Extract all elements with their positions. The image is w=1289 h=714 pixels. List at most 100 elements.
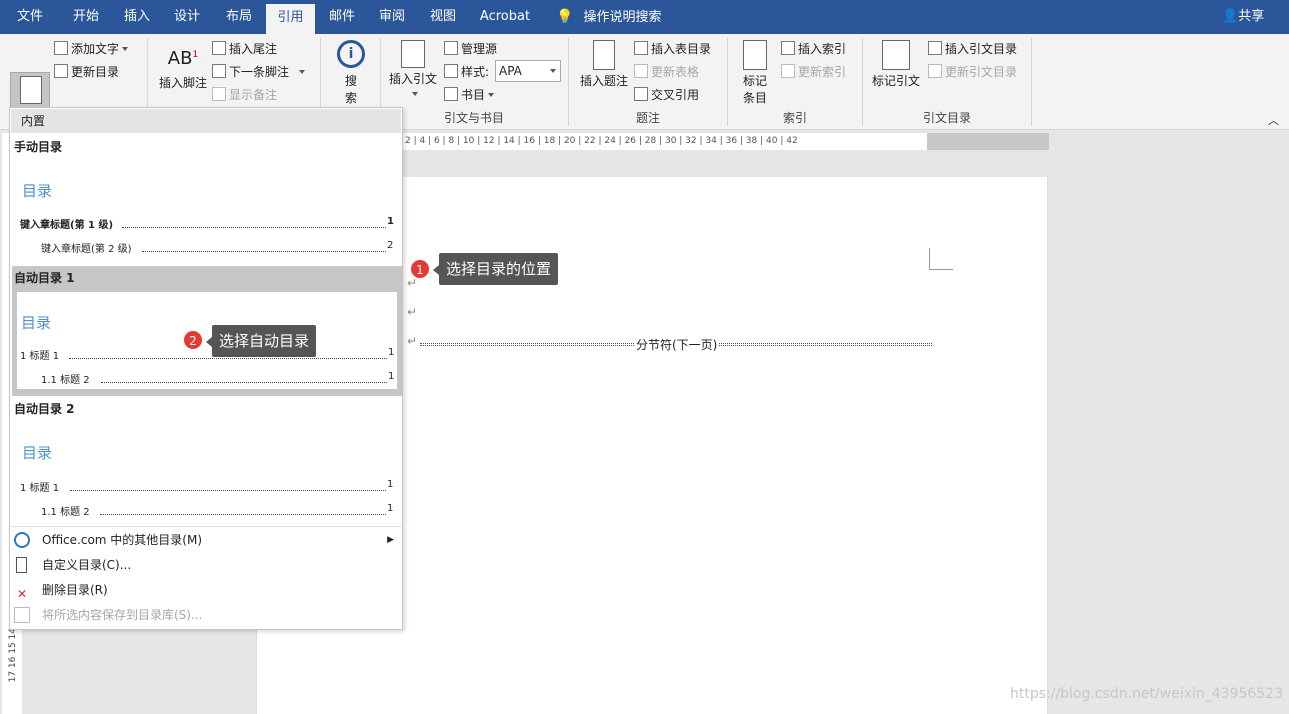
menu-item-save-to-gallery[interactable]: 将所选内容保存到目录库(S)... bbox=[14, 603, 400, 627]
style-select[interactable]: APA bbox=[495, 60, 561, 82]
add-text-icon bbox=[54, 41, 68, 55]
menu-header-builtin: 内置 bbox=[11, 109, 401, 133]
update-index-button[interactable]: 更新索引 bbox=[781, 63, 846, 80]
mark-citation-icon bbox=[882, 40, 910, 70]
step-badge-1: 1 bbox=[410, 259, 430, 279]
share-button[interactable]: 👤共享 bbox=[1222, 0, 1264, 34]
cross-reference-icon bbox=[634, 87, 648, 101]
tab-acrobat[interactable]: Acrobat bbox=[472, 0, 538, 34]
margin-corner-mark bbox=[929, 248, 953, 270]
horizontal-ruler[interactable]: 2 | 4 | 6 | 8 | 10 | 12 | 14 | 16 | 18 |… bbox=[403, 133, 1049, 150]
custom-toc-icon bbox=[16, 557, 27, 573]
option-auto-toc-2[interactable]: 自动目录 2 目录 1 标题 1 1 1.1 标题 2 1 bbox=[10, 397, 402, 525]
group-separator bbox=[568, 38, 569, 126]
callout-select-auto-toc: 选择自动目录 bbox=[205, 325, 317, 357]
update-table-icon bbox=[634, 64, 648, 78]
next-footnote-icon bbox=[212, 64, 226, 78]
menu-item-office-more-toc[interactable]: Office.com 中的其他目录(M) ▶ bbox=[14, 528, 400, 552]
person-icon: 👤 bbox=[1222, 9, 1239, 24]
toc-icon bbox=[20, 76, 42, 104]
next-footnote-button[interactable]: 下一条脚注 bbox=[212, 63, 306, 80]
tab-home[interactable]: 开始 bbox=[60, 0, 112, 34]
search-button[interactable]: i 搜 索 bbox=[330, 40, 372, 106]
bibliography-icon bbox=[444, 87, 458, 101]
toc-preview-line: 1 标题 1 bbox=[20, 351, 60, 362]
tab-insert[interactable]: 插入 bbox=[112, 0, 162, 34]
update-toc-button[interactable]: 更新目录 bbox=[54, 63, 119, 80]
insert-index-button[interactable]: 插入索引 bbox=[781, 40, 846, 57]
show-notes-button[interactable]: 显示备注 bbox=[212, 86, 277, 103]
mark-entry-button[interactable]: 标记 条目 bbox=[734, 40, 776, 106]
update-toa-button[interactable]: 更新引文目录 bbox=[928, 63, 1017, 80]
cross-reference-button[interactable]: 交叉引用 bbox=[634, 86, 699, 103]
tab-file[interactable]: 文件 bbox=[6, 0, 54, 34]
insert-footnote-button[interactable]: AB1 插入脚注 bbox=[156, 42, 210, 91]
insert-index-icon bbox=[781, 41, 795, 55]
toc-dropdown-menu: 内置 手动目录 目录 键入章标题(第 1 级) 1 键入章标题(第 2 级) 2… bbox=[9, 107, 403, 630]
toc-preview-page: 1 bbox=[387, 479, 394, 490]
chevron-down-icon bbox=[299, 70, 306, 74]
insert-caption-button[interactable]: 插入题注 bbox=[576, 40, 632, 89]
toc-preview-page: 1 bbox=[387, 503, 394, 514]
update-table-button[interactable]: 更新表格 bbox=[634, 63, 699, 80]
group-separator bbox=[862, 38, 863, 126]
tab-view[interactable]: 视图 bbox=[418, 0, 468, 34]
submenu-arrow-icon: ▶ bbox=[387, 535, 394, 545]
toc-preview-line: 1.1 标题 2 bbox=[41, 375, 90, 386]
mark-citation-button[interactable]: 标记引文 bbox=[868, 40, 924, 89]
add-text-button[interactable]: 添加文字 bbox=[54, 40, 129, 57]
manage-sources-icon bbox=[444, 41, 458, 55]
option-manual-toc[interactable]: 手动目录 目录 键入章标题(第 1 级) 1 键入章标题(第 2 级) 2 bbox=[10, 134, 402, 264]
chevron-down-icon bbox=[550, 69, 556, 73]
bibliography-button[interactable]: 书目 bbox=[444, 86, 495, 103]
tell-me-search[interactable]: 💡 操作说明搜索 bbox=[556, 0, 661, 34]
toc-preview-line: 1 标题 1 bbox=[20, 483, 60, 494]
tab-references[interactable]: 引用 bbox=[266, 4, 315, 34]
insert-citation-button[interactable]: 插入引文 bbox=[387, 40, 439, 101]
caption-icon bbox=[593, 40, 615, 70]
citation-icon bbox=[401, 40, 425, 68]
save-gallery-icon bbox=[14, 607, 30, 623]
tab-review[interactable]: 审阅 bbox=[367, 0, 417, 34]
footnote-icon: AB1 bbox=[167, 48, 199, 69]
table-of-figures-icon bbox=[634, 41, 648, 55]
toc-dot-leader bbox=[142, 251, 386, 252]
group-label-captions: 题注 bbox=[635, 111, 660, 125]
office-globe-icon bbox=[14, 532, 30, 548]
tab-design[interactable]: 设计 bbox=[162, 0, 212, 34]
toc-dot-leader bbox=[69, 358, 387, 359]
style-label: 样式: bbox=[444, 63, 489, 80]
group-label-index: 索引 bbox=[782, 111, 807, 125]
endnote-icon bbox=[212, 41, 226, 55]
toc-preview-heading: 目录 bbox=[21, 314, 52, 332]
show-notes-icon bbox=[212, 87, 226, 101]
section-break: 分节符(下一页) bbox=[420, 336, 932, 353]
option-title: 自动目录 2 bbox=[14, 402, 75, 416]
insert-endnote-button[interactable]: 插入尾注 bbox=[212, 40, 277, 57]
tab-mailings[interactable]: 邮件 bbox=[317, 0, 367, 34]
style-icon bbox=[444, 64, 458, 78]
tab-layout[interactable]: 布局 bbox=[214, 0, 264, 34]
toc-preview-page: 1 bbox=[388, 347, 395, 358]
chevron-down-icon bbox=[122, 47, 129, 51]
update-toc-icon bbox=[54, 64, 68, 78]
manage-sources-button[interactable]: 管理源 bbox=[444, 40, 497, 57]
menu-item-remove-toc[interactable]: ✕ 删除目录(R) bbox=[14, 578, 400, 602]
collapse-ribbon-button[interactable]: ︿ bbox=[1268, 112, 1279, 128]
insert-table-of-figures-button[interactable]: 插入表目录 bbox=[634, 40, 711, 57]
paragraph-mark: ↵ bbox=[407, 334, 418, 348]
group-label-citations: 引文与书目 bbox=[443, 111, 504, 125]
group-label-toa: 引文目录 bbox=[922, 111, 971, 125]
toc-preview-page: 1 bbox=[387, 216, 394, 227]
lightbulb-icon: 💡 bbox=[556, 9, 574, 25]
watermark: https://blog.csdn.net/weixin_43956523 bbox=[1010, 686, 1284, 702]
vertical-ruler-numbers: 17 16 15 14 bbox=[8, 628, 18, 683]
step-badge-2: 2 bbox=[183, 330, 203, 350]
option-auto-toc-1[interactable]: 自动目录 1 目录 1 标题 1 1 1.1 标题 2 1 bbox=[12, 266, 402, 396]
insert-toa-button[interactable]: 插入引文目录 bbox=[928, 40, 1017, 57]
toc-dot-leader bbox=[122, 227, 386, 228]
menu-item-custom-toc[interactable]: 自定义目录(C)... bbox=[14, 553, 400, 577]
toc-preview-line: 1.1 标题 2 bbox=[41, 507, 90, 518]
toc-preview-heading: 目录 bbox=[22, 444, 53, 462]
toc-preview-page: 2 bbox=[387, 240, 394, 251]
